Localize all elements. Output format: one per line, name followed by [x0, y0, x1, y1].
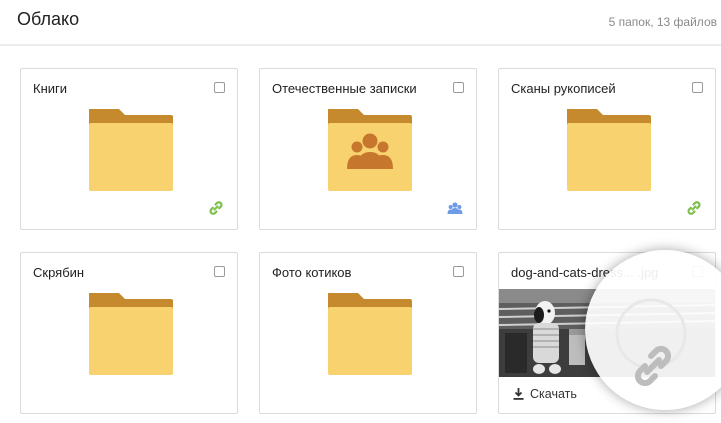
folder-card-otechestvennye-zapiski[interactable]: Отечественные записки: [259, 68, 477, 230]
link-icon: [687, 201, 701, 215]
download-label: Скачать: [530, 387, 577, 401]
shared-folder-icon: [328, 109, 412, 191]
folder-icon: [567, 109, 651, 191]
page-title: Облако: [17, 9, 80, 29]
folder-icon: [89, 293, 173, 375]
folder-card-foto-kotikov[interactable]: Фото котиков: [259, 252, 477, 414]
select-checkbox[interactable]: [214, 82, 225, 93]
folder-name: Отечественные записки: [272, 81, 417, 96]
select-checkbox[interactable]: [692, 82, 703, 93]
link-icon: [209, 201, 223, 215]
folder-icon: [89, 109, 173, 191]
shared-users-icon: [447, 202, 463, 214]
download-button[interactable]: Скачать: [513, 387, 577, 401]
page-header: Облако 5 папок, 13 файлов: [0, 0, 721, 46]
folder-name: Фото котиков: [272, 265, 352, 280]
items-count: 5 папок, 13 файлов: [608, 15, 717, 29]
download-icon: [513, 388, 524, 400]
folder-card-skryabin[interactable]: Скрябин: [20, 252, 238, 414]
folder-name: Книги: [33, 81, 68, 96]
folder-icon: [328, 293, 412, 375]
select-checkbox[interactable]: [214, 266, 225, 277]
folder-name: Сканы рукописей: [511, 81, 616, 96]
folder-card-knigi[interactable]: Книги: [20, 68, 238, 230]
select-checkbox[interactable]: [453, 82, 464, 93]
folder-name: Скрябин: [33, 265, 85, 280]
folder-card-skany-rukopisey[interactable]: Сканы рукописей: [498, 68, 716, 230]
select-checkbox[interactable]: [453, 266, 464, 277]
